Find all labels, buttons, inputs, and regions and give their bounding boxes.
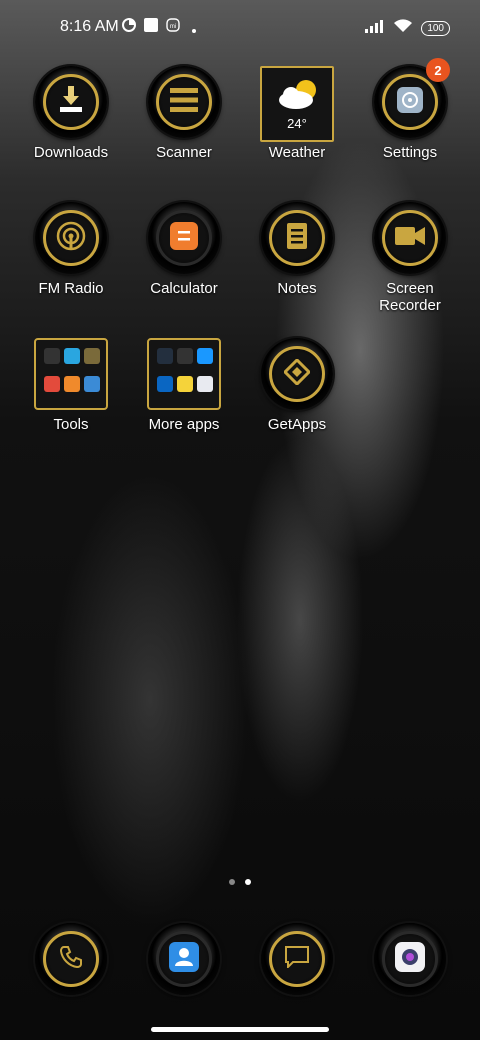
notes-icon: [285, 222, 309, 255]
phone-icon: [59, 945, 83, 974]
dock-camera[interactable]: [350, 923, 470, 995]
page-dot[interactable]: [229, 879, 235, 885]
app-notes[interactable]: Notes: [237, 202, 357, 297]
prime-video-icon: [197, 348, 213, 364]
dock-phone[interactable]: [11, 923, 131, 995]
weather-temperature: 24°: [287, 116, 307, 131]
label-line: Recorder: [379, 297, 441, 314]
widget-weather[interactable]: 24° Weather: [237, 66, 357, 161]
page-indicator: [0, 879, 480, 885]
dock-contacts[interactable]: [124, 923, 244, 995]
app-label: Tools: [53, 416, 89, 433]
more-notifications-dot-icon: [192, 20, 196, 38]
video-camera-icon: [395, 225, 425, 252]
app-label: Settings: [382, 144, 438, 161]
radio-icon: [56, 221, 86, 256]
notification-badge: 2: [426, 58, 450, 82]
app-settings[interactable]: 2 Settings: [350, 58, 470, 161]
download-icon: [58, 85, 84, 119]
signal-icon: [365, 19, 385, 38]
mi-icon: [64, 376, 80, 392]
app-label: FM Radio: [38, 280, 104, 297]
info-icon: [177, 348, 193, 364]
app-notification-icon: mi: [166, 18, 180, 37]
app-label: Calculator: [150, 280, 218, 297]
app-label: Screen Recorder: [350, 280, 470, 314]
notification-square-icon: [144, 18, 158, 37]
wifi-icon: [393, 18, 413, 38]
svg-text:mi: mi: [170, 24, 176, 30]
compass-icon: [44, 348, 60, 364]
dock-messages[interactable]: [237, 923, 357, 995]
app-label: Notes: [277, 280, 317, 297]
status-bar: 8:16 AM mi 100: [0, 0, 480, 56]
app-label: More apps: [148, 416, 220, 433]
security-icon: [44, 376, 60, 392]
app-getapps[interactable]: GetApps: [237, 338, 357, 433]
app-downloads[interactable]: Downloads: [11, 66, 131, 161]
app-fm-radio[interactable]: FM Radio: [11, 202, 131, 297]
app-label: GetApps: [267, 416, 327, 433]
snapchat-icon: [177, 376, 193, 392]
folder-preview: [34, 338, 108, 410]
app-screen-recorder[interactable]: Screen Recorder: [350, 202, 470, 314]
home-gesture-bar[interactable]: [151, 1027, 329, 1032]
app-calculator[interactable]: Calculator: [124, 202, 244, 297]
gear-icon: [397, 86, 423, 118]
folder-tools[interactable]: Tools: [11, 338, 131, 433]
app-scanner[interactable]: Scanner: [124, 66, 244, 161]
app-label: Weather: [268, 144, 326, 161]
battery-indicator: 100: [421, 20, 450, 36]
amazon-icon: [157, 348, 173, 364]
contacts-icon: [169, 941, 199, 977]
assistant-icon: [197, 376, 213, 392]
radio-mini-icon: [84, 348, 100, 364]
linkedin-icon: [157, 376, 173, 392]
status-time: 8:16 AM: [60, 18, 119, 35]
data-saver-icon: [122, 18, 136, 37]
folder-more-apps[interactable]: More apps: [124, 338, 244, 433]
message-icon: [285, 945, 309, 973]
label-line: Screen: [386, 280, 434, 297]
cleaner-icon: [84, 376, 100, 392]
calculator-icon: [170, 221, 198, 255]
folder-preview: [147, 338, 221, 410]
app-label: Scanner: [156, 144, 212, 161]
camera-icon: [395, 941, 425, 977]
infinity-icon: [64, 348, 80, 364]
app-label: Downloads: [33, 144, 109, 161]
getapps-icon: [282, 357, 312, 390]
scanner-icon: [170, 87, 198, 117]
partly-cloudy-icon: [276, 78, 322, 117]
page-dot-active[interactable]: [245, 879, 251, 885]
